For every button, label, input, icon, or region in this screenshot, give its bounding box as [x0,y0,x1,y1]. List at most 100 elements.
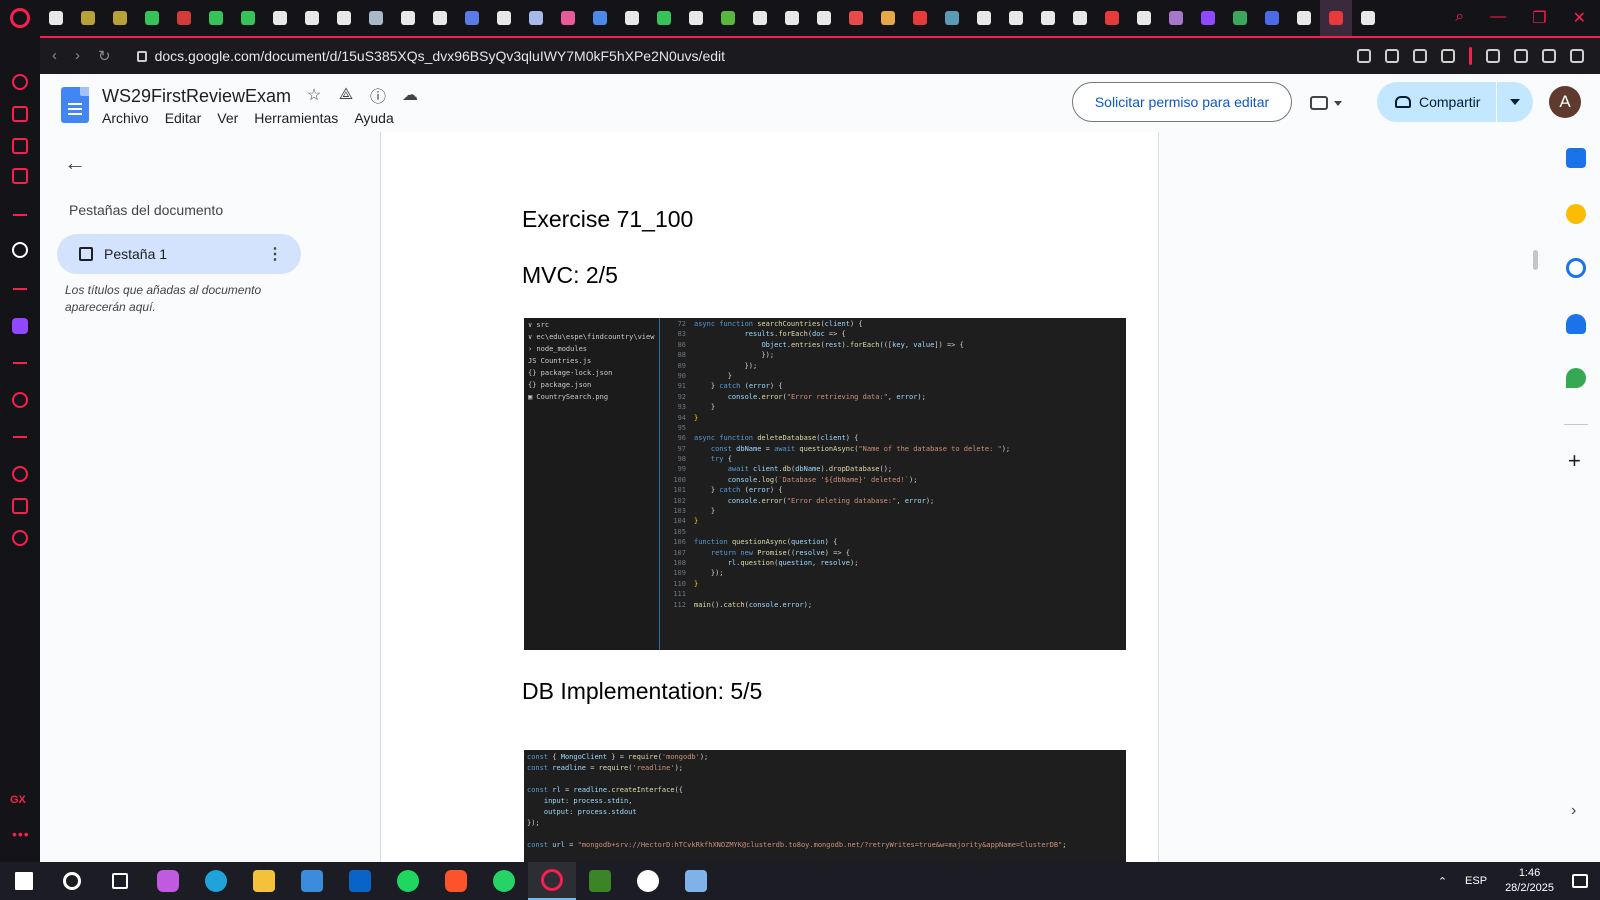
back-arrow-icon[interactable]: ← [64,150,86,176]
browser-tab[interactable] [1192,0,1224,36]
contacts-icon[interactable] [1566,314,1586,334]
edge-icon[interactable] [192,862,240,900]
menu-ayuda[interactable]: Ayuda [354,110,393,126]
browser-tab[interactable] [776,0,808,36]
more-icon[interactable]: ••• [12,826,30,842]
windows-start-icon[interactable] [0,862,48,900]
share-button[interactable]: Compartir [1377,82,1497,122]
browser-tab[interactable] [232,0,264,36]
share-page-icon[interactable] [1357,49,1371,63]
docs-logo-icon[interactable] [61,87,89,123]
aria-icon[interactable] [12,242,28,258]
browser-tab[interactable] [456,0,488,36]
mongodb-compass-icon[interactable] [624,862,672,900]
request-edit-button[interactable]: Solicitar permiso para editar [1072,82,1292,122]
more-vert-icon[interactable]: ⋮ [267,244,283,264]
browser-tab[interactable] [72,0,104,36]
account-avatar[interactable]: A [1549,86,1581,118]
notifications-icon[interactable] [1572,874,1588,888]
info-icon[interactable]: ⓘ [369,86,387,106]
language-indicator[interactable]: ESP [1465,875,1487,887]
minimize-icon[interactable]: — [1490,8,1506,28]
browser-tab[interactable] [648,0,680,36]
browser-tab[interactable] [552,0,584,36]
close-icon[interactable]: ✕ [1573,8,1586,28]
whatsapp-icon[interactable] [480,862,528,900]
maps-icon[interactable] [1566,368,1586,388]
share-dropdown-button[interactable] [1497,99,1533,105]
outlook-icon[interactable] [336,862,384,900]
heart-icon[interactable] [1441,49,1455,63]
browser-tab[interactable] [104,0,136,36]
settings-gear-icon[interactable] [12,530,28,546]
browser-tab[interactable] [1000,0,1032,36]
browser-tab[interactable] [1032,0,1064,36]
cube-icon[interactable] [1486,49,1500,63]
browser-tab[interactable] [1160,0,1192,36]
download-icon[interactable] [1542,49,1556,63]
browser-tab[interactable] [1256,0,1288,36]
copilot-icon[interactable] [144,862,192,900]
calendar-icon[interactable] [1566,148,1586,168]
opera-gx-logo-icon[interactable] [0,0,40,36]
browser-tab[interactable] [360,0,392,36]
camera-icon[interactable] [1385,49,1399,63]
browser-tab[interactable] [616,0,648,36]
cloud-saved-icon[interactable]: ☁ [401,86,419,104]
browser-tab[interactable] [200,0,232,36]
browser-tab[interactable] [168,0,200,36]
browser-tab[interactable] [264,0,296,36]
browser-tab[interactable] [680,0,712,36]
menu-herramientas[interactable]: Herramientas [254,110,338,126]
twitch-icon[interactable] [12,318,28,334]
document-tab-1[interactable]: Pestaña 1 ⋮ [57,234,301,274]
browser-tab[interactable] [712,0,744,36]
speed-icon[interactable] [12,74,28,90]
expand-panel-icon[interactable]: › [1571,802,1576,820]
reload-icon[interactable]: ↻ [98,47,111,65]
virtualbox-icon[interactable] [672,862,720,900]
tasks-icon[interactable] [1566,258,1586,278]
browser-tab[interactable] [840,0,872,36]
browser-tab[interactable] [808,0,840,36]
browser-tab[interactable] [328,0,360,36]
document-title[interactable]: WS29FirstReviewExam [102,86,291,107]
browser-tab[interactable] [520,0,552,36]
browser-tab[interactable] [1128,0,1160,36]
browser-tab[interactable] [488,0,520,36]
scrollbar-thumb[interactable] [1533,250,1538,270]
brave-icon[interactable] [432,862,480,900]
player-icon[interactable] [12,392,28,408]
url-field[interactable]: docs.google.com/document/d/15uS385XQs_dv… [136,48,725,64]
menu-editar[interactable]: Editar [165,110,202,126]
minecraft-icon[interactable] [576,862,624,900]
menu-ver[interactable]: Ver [217,110,238,126]
browser-tab[interactable] [1096,0,1128,36]
meet-button[interactable] [1310,92,1356,114]
card-icon[interactable] [12,138,28,154]
search-icon[interactable] [48,862,96,900]
star-icon[interactable]: ☆ [305,86,323,104]
file-explorer-icon[interactable] [240,862,288,900]
document-page[interactable]: Exercise 71_100 MVC: 2/5 ∨ src ∨ ec\edu\… [380,132,1159,862]
browser-tab[interactable] [40,0,72,36]
move-to-drive-icon[interactable]: ⟁ [337,86,355,104]
profile-icon[interactable] [1514,49,1528,63]
keep-icon[interactable] [1566,204,1586,224]
tray-chevron-icon[interactable]: ⌃ [1438,875,1447,888]
menu-icon[interactable] [1570,49,1584,63]
extensions-icon[interactable] [12,498,28,514]
opera-gx-taskbar-icon[interactable] [528,862,576,900]
browser-tab[interactable] [424,0,456,36]
browser-tab[interactable] [872,0,904,36]
browser-tab[interactable] [968,0,1000,36]
browser-tab[interactable] [936,0,968,36]
back-icon[interactable]: ‹ [52,47,57,65]
menu-archivo[interactable]: Archivo [102,110,149,126]
browser-tab[interactable] [584,0,616,36]
forward-icon[interactable]: › [75,47,80,65]
mail-icon[interactable] [12,168,28,184]
send-icon[interactable] [1413,49,1427,63]
gx-control-icon[interactable]: GX [10,794,26,806]
spotify-icon[interactable] [384,862,432,900]
